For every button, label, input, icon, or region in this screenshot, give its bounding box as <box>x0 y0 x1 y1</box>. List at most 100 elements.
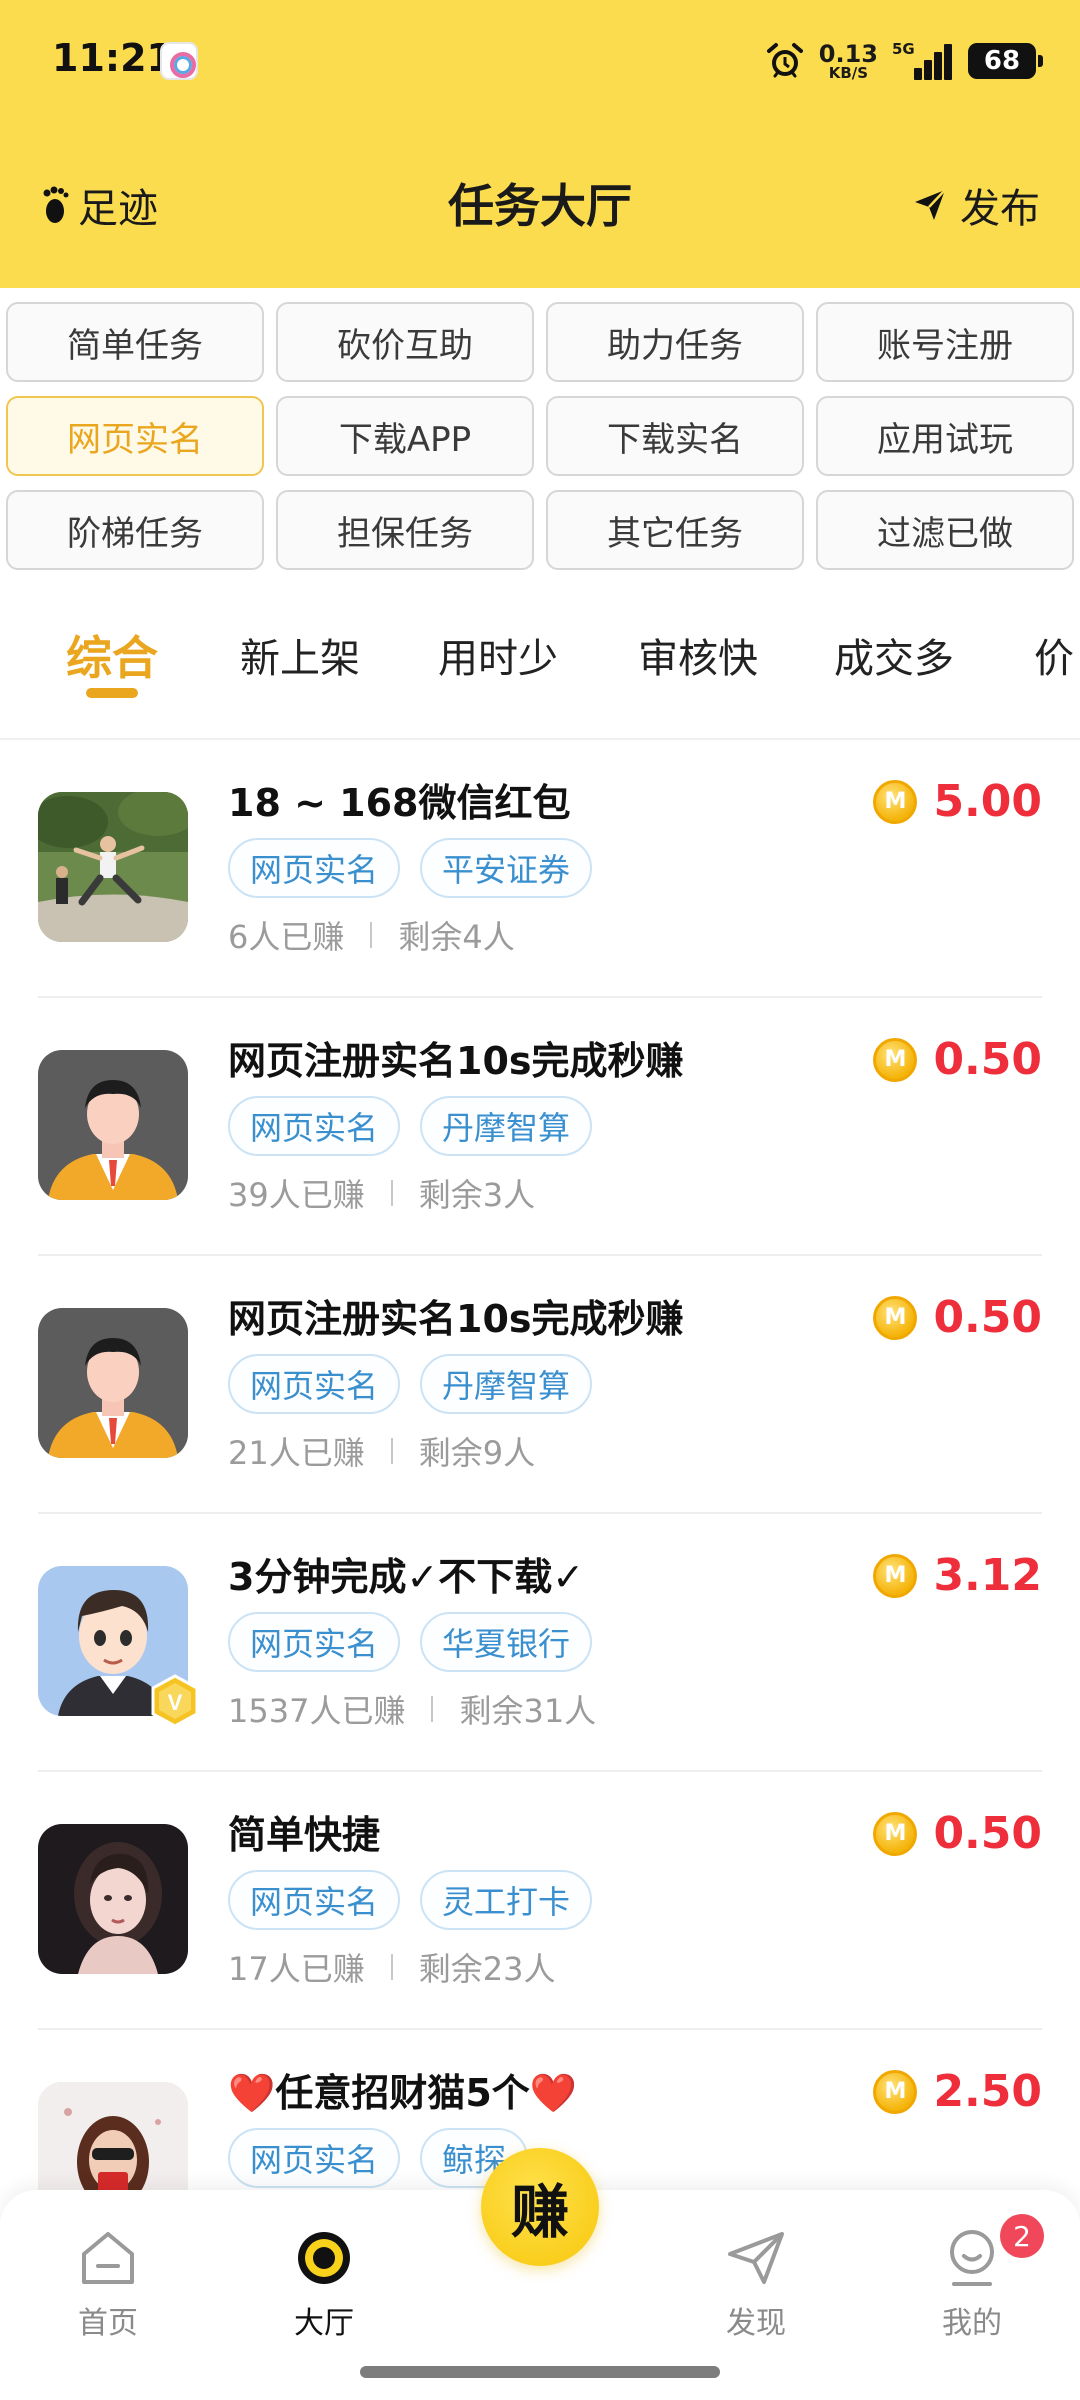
task-title: 网页注册实名10s完成秒赚 <box>228 1039 684 1083</box>
task-remaining-count: 剩余4人 <box>398 918 515 956</box>
task-reward: M 3.12 <box>873 1550 1042 1601</box>
category-guarantee-task[interactable]: 担保任务 <box>276 490 534 570</box>
task-remaining-count: 剩余23人 <box>418 1950 556 1988</box>
vip-badge-label: V <box>168 1690 183 1715</box>
task-title: 网页注册实名10s完成秒赚 <box>228 1297 684 1341</box>
category-download-realname[interactable]: 下载实名 <box>546 396 804 476</box>
category-app-trial[interactable]: 应用试玩 <box>816 396 1074 476</box>
task-tag: 丹摩智算 <box>420 1354 593 1414</box>
network-speed-value: 0.13 <box>818 39 878 68</box>
task-remaining-count: 剩余3人 <box>418 1176 536 1214</box>
task-item[interactable]: V 3分钟完成✓不下载✓ 网页实名 华夏银行 1537人已赚 剩余31人 M 3… <box>0 1514 1080 1772</box>
task-avatar <box>38 1050 188 1200</box>
earn-button[interactable]: 赚 <box>481 2148 599 2266</box>
tab-mine-label: 我的 <box>942 2306 1002 2341</box>
task-title: 18 ~ 168微信红包 <box>228 781 571 825</box>
category-download-app[interactable]: 下载APP <box>276 396 534 476</box>
stats-divider <box>390 1438 393 1464</box>
sort-tab-price[interactable]: 价 <box>1034 626 1074 684</box>
task-earned-count: 39人已赚 <box>228 1176 365 1214</box>
signal-icon: 5G <box>892 40 954 82</box>
network-speed-unit: KB/S <box>828 63 869 82</box>
task-tags: 网页实名 平安证券 <box>228 838 593 898</box>
task-item[interactable]: 网页注册实名10s完成秒赚 网页实名 丹摩智算 39人已赚 剩余3人 M 0.5… <box>0 998 1080 1256</box>
category-web-realname[interactable]: 网页实名 <box>6 396 264 476</box>
coin-icon: M <box>873 779 918 824</box>
network-type: 5G <box>892 40 915 58</box>
sort-tab-least-time[interactable]: 用时少 <box>438 626 558 684</box>
task-stats: 17人已赚 剩余23人 <box>228 1944 555 1990</box>
task-list: 18 ~ 168微信红包 网页实名 平安证券 6人已赚 剩余4人 M 5.00 <box>0 740 1080 2288</box>
sort-tab-newest[interactable]: 新上架 <box>240 626 360 684</box>
home-icon <box>82 2232 134 2284</box>
task-price: 0.50 <box>933 1808 1042 1859</box>
stats-divider <box>431 1696 434 1722</box>
task-reward: M 2.50 <box>873 2066 1042 2117</box>
task-reward: M 0.50 <box>873 1292 1042 1343</box>
task-stats: 39人已赚 剩余3人 <box>228 1170 535 1216</box>
profile-icon <box>950 2230 994 2286</box>
header: 11:21 0.13 KB/S 5G 68 足迹 任务大厅 发布 <box>0 0 1080 288</box>
tab-hall[interactable]: 大厅 <box>254 2226 394 2342</box>
hall-icon <box>298 2232 350 2284</box>
task-price: 0.50 <box>933 1034 1042 1085</box>
task-price: 3.12 <box>933 1550 1042 1601</box>
task-tag: 网页实名 <box>228 1870 401 1930</box>
category-other-task[interactable]: 其它任务 <box>546 490 804 570</box>
task-avatar <box>38 1308 188 1458</box>
category-filter-done[interactable]: 过滤已做 <box>816 490 1074 570</box>
task-tag: 平安证券 <box>420 838 593 898</box>
tab-discover[interactable]: 发现 <box>686 2226 826 2342</box>
task-tag: 华夏银行 <box>420 1612 593 1672</box>
task-remaining-count: 剩余31人 <box>459 1692 597 1730</box>
task-price: 5.00 <box>933 776 1042 827</box>
task-tag: 网页实名 <box>228 1354 401 1414</box>
status-bar: 11:21 0.13 KB/S 5G 68 <box>0 0 1080 124</box>
discover-icon <box>728 2232 784 2284</box>
task-title: ❤️任意招财猫5个❤️ <box>228 2071 578 2115</box>
tab-discover-label: 发现 <box>726 2306 786 2341</box>
category-bargain-help[interactable]: 砍价互助 <box>276 302 534 382</box>
battery-level: 68 <box>983 46 1021 76</box>
sort-tab-fast-review[interactable]: 审核快 <box>638 626 758 684</box>
category-grid: 简单任务 砍价互助 助力任务 账号注册 网页实名 下载APP 下载实名 应用试玩… <box>6 302 1074 570</box>
task-remaining-count: 剩余9人 <box>418 1434 536 1472</box>
home-indicator[interactable] <box>360 2366 720 2378</box>
task-earned-count: 21人已赚 <box>228 1434 365 1472</box>
task-earned-count: 1537人已赚 <box>228 1692 406 1730</box>
task-earned-count: 17人已赚 <box>228 1950 365 1988</box>
coin-icon: M <box>873 1037 918 1082</box>
task-tags: 网页实名 丹摩智算 <box>228 1354 593 1414</box>
task-item[interactable]: 简单快捷 网页实名 灵工打卡 17人已赚 剩余23人 M 0.50 <box>0 1772 1080 2030</box>
publish-label: 发布 <box>960 186 1040 232</box>
network-speed: 0.13 KB/S <box>819 42 878 81</box>
task-tag: 网页实名 <box>228 838 401 898</box>
task-item[interactable]: 网页注册实名10s完成秒赚 网页实名 丹摩智算 21人已赚 剩余9人 M 0.5… <box>0 1256 1080 1514</box>
tab-home-label: 首页 <box>78 2306 138 2341</box>
task-earned-count: 6人已赚 <box>228 918 345 956</box>
sort-tab-most-deals[interactable]: 成交多 <box>834 626 954 684</box>
stats-divider <box>390 1954 393 1980</box>
publish-button[interactable]: 发布 <box>912 176 1040 234</box>
task-reward: M 5.00 <box>873 776 1042 827</box>
category-simple-task[interactable]: 简单任务 <box>6 302 264 382</box>
task-tag: 网页实名 <box>228 1612 401 1672</box>
vip-badge-icon: V <box>151 1674 199 1728</box>
tab-home[interactable]: 首页 <box>38 2226 178 2342</box>
task-avatar <box>38 1824 188 1974</box>
task-stats: 1537人已赚 剩余31人 <box>228 1686 596 1732</box>
status-indicators: 0.13 KB/S 5G 68 <box>765 36 1043 86</box>
tab-hall-label: 大厅 <box>294 2306 354 2341</box>
task-tags: 网页实名 鲸探 <box>228 2128 529 2188</box>
coin-icon: M <box>873 2069 918 2114</box>
sort-tab-overall[interactable]: 综合 <box>66 622 158 688</box>
category-account-register[interactable]: 账号注册 <box>816 302 1074 382</box>
task-item[interactable]: 18 ~ 168微信红包 网页实名 平安证券 6人已赚 剩余4人 M 5.00 <box>0 740 1080 998</box>
task-stats: 6人已赚 剩余4人 <box>228 912 515 958</box>
sort-tabs: 综合 新上架 用时少 审核快 成交多 价 <box>0 612 1080 732</box>
notification-badge: 2 <box>1000 2214 1044 2258</box>
category-tiered-task[interactable]: 阶梯任务 <box>6 490 264 570</box>
task-tag: 网页实名 <box>228 2128 401 2188</box>
category-assist-task[interactable]: 助力任务 <box>546 302 804 382</box>
send-icon <box>915 189 946 220</box>
